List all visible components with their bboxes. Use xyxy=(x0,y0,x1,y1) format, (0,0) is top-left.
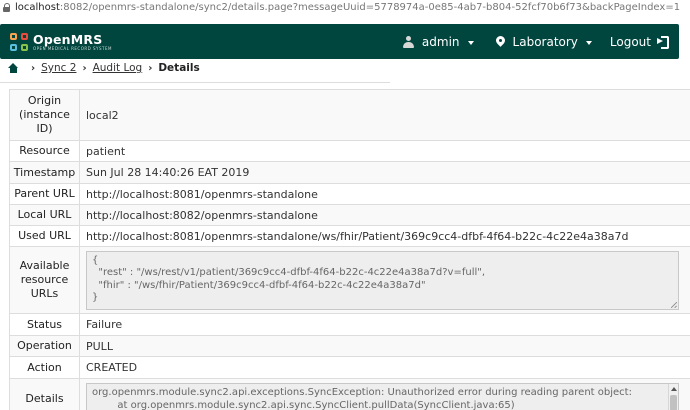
details-table: Origin (instance ID) local2 Resource pat… xyxy=(9,89,690,410)
timestamp-label: Timestamp xyxy=(9,162,80,183)
scroll-up-icon[interactable] xyxy=(671,387,677,391)
table-row: Origin (instance ID) local2 xyxy=(9,90,690,141)
available-urls-text: { "rest" : "/ws/rest/v1/patient/369c9cc4… xyxy=(92,254,486,304)
operation-label: Operation xyxy=(9,336,80,356)
chevron-right-icon: › xyxy=(148,62,153,74)
home-icon[interactable] xyxy=(7,63,19,73)
operation-value: PULL xyxy=(86,339,113,353)
breadcrumb-divider xyxy=(0,75,390,83)
brand-name: OpenMRS xyxy=(33,32,103,47)
details-scrollbar[interactable] xyxy=(668,384,678,410)
table-row: Parent URL http://localhost:8081/openmrs… xyxy=(9,184,690,205)
table-row: Available resource URLs { "rest" : "/ws/… xyxy=(9,247,690,314)
chevron-right-icon: › xyxy=(82,62,87,74)
breadcrumb-current: Details xyxy=(158,62,200,74)
origin-label: Origin (instance ID) xyxy=(9,90,80,140)
user-menu[interactable]: admin xyxy=(402,34,474,49)
used-url-label: Used URL xyxy=(9,226,80,246)
address-bar[interactable]: localhost:8082/openmrs-standalone/sync2/… xyxy=(0,0,690,14)
brand-tagline: OPEN MEDICAL RECORD SYSTEM xyxy=(33,46,112,51)
table-row: Resource patient xyxy=(9,141,690,162)
openmrs-logo-icon xyxy=(10,32,28,51)
available-urls-label: Available resource URLs xyxy=(9,247,80,313)
chevron-right-icon: › xyxy=(31,62,36,74)
sign-out-icon xyxy=(657,36,669,49)
chevron-down-icon xyxy=(467,40,474,45)
info-icon[interactable] xyxy=(3,2,11,12)
table-row: Timestamp Sun Jul 28 14:40:26 EAT 2019 xyxy=(9,162,690,184)
action-label: Action xyxy=(9,357,80,378)
details-label: Details xyxy=(9,379,80,410)
resource-label: Resource xyxy=(9,141,80,161)
details-text: org.openmrs.module.sync2.api.exceptions.… xyxy=(92,387,632,410)
breadcrumb-audit-log[interactable]: Audit Log xyxy=(93,62,143,74)
table-row: Operation PULL xyxy=(9,336,690,357)
map-marker-icon xyxy=(496,36,505,48)
table-row: Action CREATED xyxy=(9,357,690,379)
location-name: Laboratory xyxy=(512,34,578,49)
used-url-value: http://localhost:8081/openmrs-standalone… xyxy=(86,229,629,243)
table-row: Used URL http://localhost:8081/openmrs-s… xyxy=(9,226,690,247)
user-name: admin xyxy=(421,34,460,49)
url-host: localhost xyxy=(15,1,60,13)
openmrs-logo[interactable]: OpenMRS OPEN MEDICAL RECORD SYSTEM xyxy=(10,32,112,51)
resize-handle-icon[interactable] xyxy=(671,301,677,308)
resource-value: patient xyxy=(86,144,126,158)
breadcrumb: › Sync 2 › Audit Log › Details xyxy=(7,61,200,75)
local-url-value: http://localhost:8082/openmrs-standalone xyxy=(86,208,318,222)
table-row: Status Failure xyxy=(9,314,690,336)
location-menu[interactable]: Laboratory xyxy=(496,35,592,49)
timestamp-value: Sun Jul 28 14:40:26 EAT 2019 xyxy=(86,166,250,179)
details-textarea[interactable]: org.openmrs.module.sync2.api.exceptions.… xyxy=(86,383,679,410)
header-nav: admin Laboratory Logout xyxy=(402,34,679,49)
local-url-label: Local URL xyxy=(9,205,80,225)
parent-url-value: http://localhost:8081/openmrs-standalone xyxy=(86,187,318,201)
url-path: :8082/openmrs-standalone/sync2/details.p… xyxy=(59,1,681,13)
breadcrumb-sync2[interactable]: Sync 2 xyxy=(41,62,76,74)
logout-label: Logout xyxy=(609,34,651,49)
logout-button[interactable]: Logout xyxy=(610,35,669,49)
origin-value: local2 xyxy=(86,108,119,122)
scroll-thumb[interactable] xyxy=(670,395,677,410)
user-icon xyxy=(402,35,414,48)
chevron-down-icon xyxy=(585,40,592,45)
table-row: Local URL http://localhost:8082/openmrs-… xyxy=(9,205,690,226)
action-value: CREATED xyxy=(86,361,138,374)
available-urls-textarea[interactable]: { "rest" : "/ws/rest/v1/patient/369c9cc4… xyxy=(86,250,679,310)
status-label: Status xyxy=(9,314,80,335)
status-value: Failure xyxy=(86,318,123,331)
table-row: Details org.openmrs.module.sync2.api.exc… xyxy=(9,379,690,410)
parent-url-label: Parent URL xyxy=(9,184,80,204)
app-header: OpenMRS OPEN MEDICAL RECORD SYSTEM admin… xyxy=(0,24,679,59)
